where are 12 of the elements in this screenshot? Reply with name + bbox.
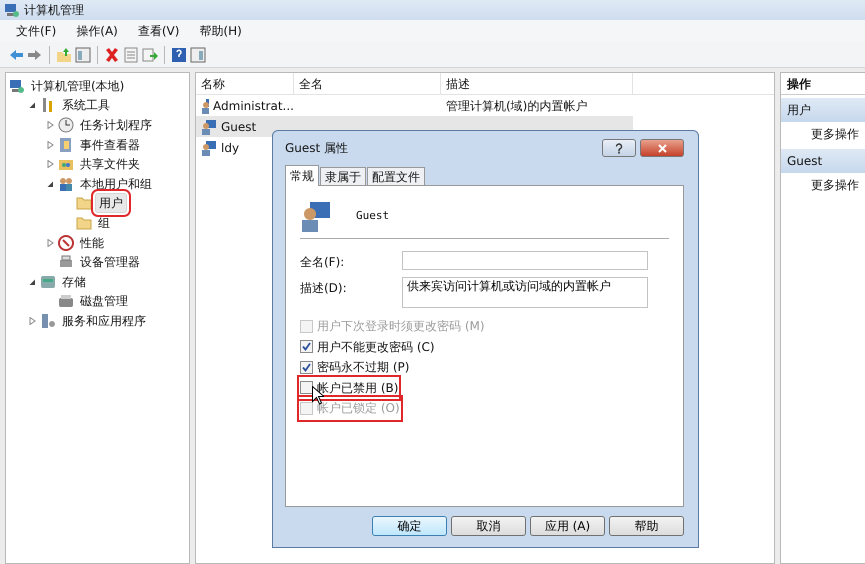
table-cell-text: ldy (221, 140, 240, 156)
dialog-title: Guest 属性 (285, 140, 348, 157)
actions-heading: 操作 (781, 73, 865, 95)
user-name: Guest (356, 208, 390, 224)
table-cell-text: Guest (221, 118, 256, 136)
field-label: 全名(F): (300, 254, 346, 271)
checkbox-row: 用户下次登录时须更改密码 (M) (300, 316, 485, 336)
checkbox-row: 帐户已锁定 (O) (300, 398, 400, 418)
table-cell: 管理计算机(域)的内置帐户 (446, 98, 588, 112)
table-cell-text: Administrat... (213, 98, 294, 114)
window-title: 计算机管理 (24, 2, 84, 19)
field-label: 描述(D): (300, 280, 348, 297)
